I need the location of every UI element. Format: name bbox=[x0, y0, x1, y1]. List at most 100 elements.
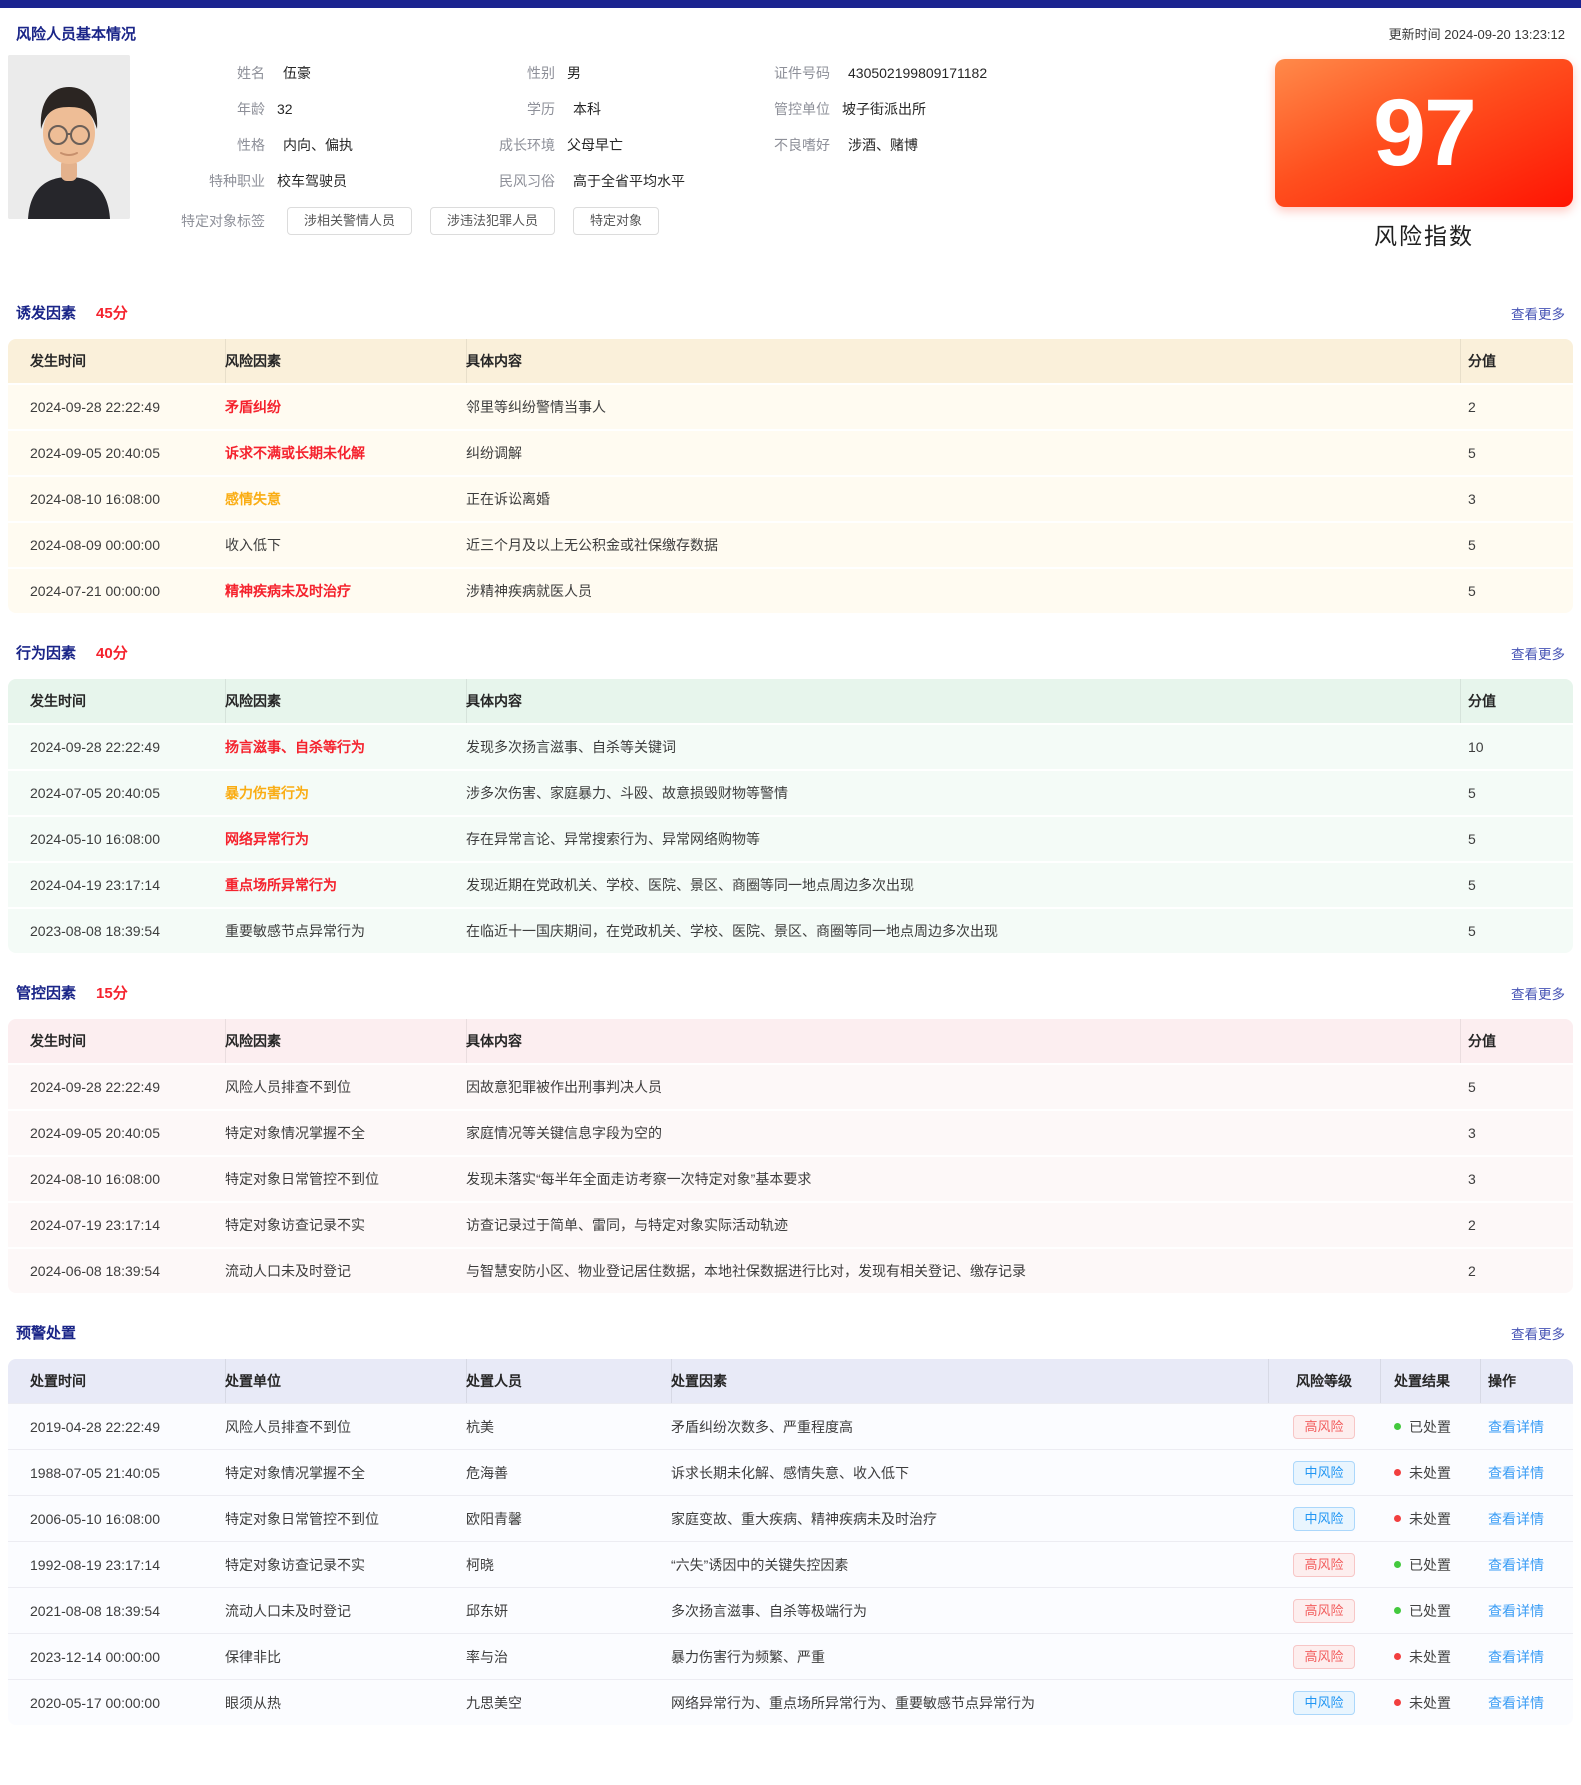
person-tag-chip: 涉相关警情人员 bbox=[287, 207, 412, 235]
disposal-table: 处置时间处置单位处置人员处置因素风险等级处置结果操作2019-04-28 22:… bbox=[8, 1359, 1573, 1725]
table-row: 2021-08-08 18:39:54流动人口未及时登记邱东妍多次扬言滋事、自杀… bbox=[8, 1587, 1573, 1633]
column-header: 操作 bbox=[1480, 1359, 1573, 1403]
row-factor: 风险人员排查不到位 bbox=[225, 1065, 466, 1109]
table-row: 1992-08-19 23:17:14特定对象访查记录不实柯晓“六失”诱因中的关… bbox=[8, 1541, 1573, 1587]
section-header: 诱发因素45分查看更多 bbox=[16, 302, 1565, 323]
row-content: 存在异常言论、异常搜索行为、异常网络购物等 bbox=[466, 817, 1460, 861]
status-text: 未处置 bbox=[1409, 1693, 1451, 1713]
row-action: 查看详情 bbox=[1480, 1542, 1573, 1587]
table-header-row: 处置时间处置单位处置人员处置因素风险等级处置结果操作 bbox=[8, 1359, 1573, 1403]
row-action: 查看详情 bbox=[1480, 1680, 1573, 1725]
row-person: 杭美 bbox=[466, 1404, 671, 1449]
row-factor: 精神疾病未及时治疗 bbox=[225, 569, 466, 613]
row-content: 正在诉讼离婚 bbox=[466, 477, 1460, 521]
column-header: 分值 bbox=[1460, 339, 1573, 383]
risk-level-badge: 高风险 bbox=[1293, 1415, 1354, 1439]
tags-row: 特定对象标签 涉相关警情人员涉违法犯罪人员特定对象 bbox=[130, 207, 1265, 235]
field-label: 民风习俗 bbox=[480, 171, 555, 191]
row-factor: 扬言滋事、自杀等行为 bbox=[225, 725, 466, 769]
row-time: 2024-05-10 16:08:00 bbox=[8, 817, 225, 861]
page-title: 风险人员基本情况 bbox=[16, 23, 136, 44]
row-action: 查看详情 bbox=[1480, 1588, 1573, 1633]
row-risk-level: 中风险 bbox=[1268, 1680, 1380, 1725]
table-row: 2023-08-08 18:39:54重要敏感节点异常行为在临近十一国庆期间，在… bbox=[8, 907, 1573, 953]
see-more-link[interactable]: 查看更多 bbox=[1511, 983, 1565, 1003]
table-row: 2024-07-19 23:17:14特定对象访查记录不实访查记录过于简单、雷同… bbox=[8, 1201, 1573, 1247]
row-unit: 风险人员排查不到位 bbox=[225, 1404, 466, 1449]
risk-level-badge: 高风险 bbox=[1293, 1553, 1354, 1577]
row-content: 近三个月及以上无公积金或社保缴存数据 bbox=[466, 523, 1460, 567]
row-factor: 家庭变故、重大疾病、精神疾病未及时治疗 bbox=[671, 1496, 1268, 1541]
row-factor: 收入低下 bbox=[225, 523, 466, 567]
field-value: 32 bbox=[265, 101, 480, 117]
row-factor: 重要敏感节点异常行为 bbox=[225, 909, 466, 953]
view-detail-link[interactable]: 查看详情 bbox=[1488, 1647, 1544, 1667]
view-detail-link[interactable]: 查看详情 bbox=[1488, 1417, 1544, 1437]
view-detail-link[interactable]: 查看详情 bbox=[1488, 1509, 1544, 1529]
row-content: 与智慧安防小区、物业登记居住数据，本地社保数据进行比对，发现有相关登记、缴存记录 bbox=[466, 1249, 1460, 1293]
view-detail-link[interactable]: 查看详情 bbox=[1488, 1601, 1544, 1621]
row-content: 邻里等纠纷警情当事人 bbox=[466, 385, 1460, 429]
field-value: 坡子街派出所 bbox=[830, 99, 1265, 119]
table-row: 2006-05-10 16:08:00特定对象日常管控不到位欧阳青馨家庭变故、重… bbox=[8, 1495, 1573, 1541]
field-value: 男 bbox=[555, 63, 755, 83]
field-value: 430502199809171182 bbox=[830, 65, 1265, 81]
row-time: 2020-05-17 00:00:00 bbox=[8, 1680, 225, 1725]
row-time: 2024-07-19 23:17:14 bbox=[8, 1203, 225, 1247]
row-time: 2021-08-08 18:39:54 bbox=[8, 1588, 225, 1633]
see-more-link[interactable]: 查看更多 bbox=[1511, 1323, 1565, 1343]
row-result: 未处置 bbox=[1380, 1634, 1480, 1679]
view-detail-link[interactable]: 查看详情 bbox=[1488, 1555, 1544, 1575]
column-header: 发生时间 bbox=[8, 1019, 225, 1063]
factor-sections: 诱发因素45分查看更多发生时间风险因素具体内容分值2024-09-28 22:2… bbox=[8, 302, 1573, 1293]
field-label: 证件号码 bbox=[755, 63, 830, 83]
row-action: 查看详情 bbox=[1480, 1404, 1573, 1449]
see-more-link[interactable]: 查看更多 bbox=[1511, 303, 1565, 323]
row-person: 率与治 bbox=[466, 1634, 671, 1679]
row-result: 未处置 bbox=[1380, 1450, 1480, 1495]
status-dot-icon bbox=[1394, 1423, 1401, 1430]
section-header: 管控因素15分查看更多 bbox=[16, 982, 1565, 1003]
row-content: 纠纷调解 bbox=[466, 431, 1460, 475]
field-label: 成长环境 bbox=[480, 135, 555, 155]
view-detail-link[interactable]: 查看详情 bbox=[1488, 1463, 1544, 1483]
row-score: 5 bbox=[1460, 1065, 1573, 1109]
factor-table: 发生时间风险因素具体内容分值2024-09-28 22:22:49风险人员排查不… bbox=[8, 1019, 1573, 1293]
column-header: 风险因素 bbox=[225, 679, 466, 723]
row-score: 5 bbox=[1460, 863, 1573, 907]
row-person: 邱东妍 bbox=[466, 1588, 671, 1633]
row-time: 2024-07-05 20:40:05 bbox=[8, 771, 225, 815]
row-time: 2024-09-28 22:22:49 bbox=[8, 1065, 225, 1109]
see-more-link[interactable]: 查看更多 bbox=[1511, 643, 1565, 663]
table-row: 2024-06-08 18:39:54流动人口未及时登记与智慧安防小区、物业登记… bbox=[8, 1247, 1573, 1293]
field-label: 年龄 bbox=[130, 99, 265, 119]
row-risk-level: 中风险 bbox=[1268, 1450, 1380, 1495]
row-factor: 诉求长期未化解、感情失意、收入低下 bbox=[671, 1450, 1268, 1495]
field-label: 特种职业 bbox=[130, 171, 265, 191]
status-dot-icon bbox=[1394, 1699, 1401, 1706]
person-tag-chip: 特定对象 bbox=[573, 207, 659, 235]
row-content: 涉多次伤害、家庭暴力、斗殴、故意损毁财物等警情 bbox=[466, 771, 1460, 815]
row-unit: 特定对象情况掌握不全 bbox=[225, 1450, 466, 1495]
row-score: 3 bbox=[1460, 477, 1573, 521]
tags-label: 特定对象标签 bbox=[130, 211, 265, 231]
row-time: 1992-08-19 23:17:14 bbox=[8, 1542, 225, 1587]
field-label: 学历 bbox=[480, 99, 555, 119]
risk-level-badge: 中风险 bbox=[1293, 1691, 1354, 1715]
column-header: 处置单位 bbox=[225, 1359, 466, 1403]
row-factor: 特定对象日常管控不到位 bbox=[225, 1157, 466, 1201]
factor-section-3: 管控因素15分查看更多发生时间风险因素具体内容分值2024-09-28 22:2… bbox=[8, 982, 1573, 1293]
field-value: 本科 bbox=[555, 99, 755, 119]
column-header: 分值 bbox=[1460, 1019, 1573, 1063]
table-row: 2024-08-10 16:08:00特定对象日常管控不到位发现未落实“每半年全… bbox=[8, 1155, 1573, 1201]
row-time: 2024-08-09 00:00:00 bbox=[8, 523, 225, 567]
table-row: 2024-07-21 00:00:00精神疾病未及时治疗涉精神疾病就医人员5 bbox=[8, 567, 1573, 613]
status-text: 未处置 bbox=[1409, 1463, 1451, 1483]
row-result: 已处置 bbox=[1380, 1404, 1480, 1449]
row-unit: 眼须从热 bbox=[225, 1680, 466, 1725]
row-unit: 特定对象日常管控不到位 bbox=[225, 1496, 466, 1541]
view-detail-link[interactable]: 查看详情 bbox=[1488, 1693, 1544, 1713]
table-row: 2024-09-05 20:40:05特定对象情况掌握不全家庭情况等关键信息字段… bbox=[8, 1109, 1573, 1155]
row-time: 2024-09-05 20:40:05 bbox=[8, 1111, 225, 1155]
top-accent-bar bbox=[0, 0, 1581, 8]
